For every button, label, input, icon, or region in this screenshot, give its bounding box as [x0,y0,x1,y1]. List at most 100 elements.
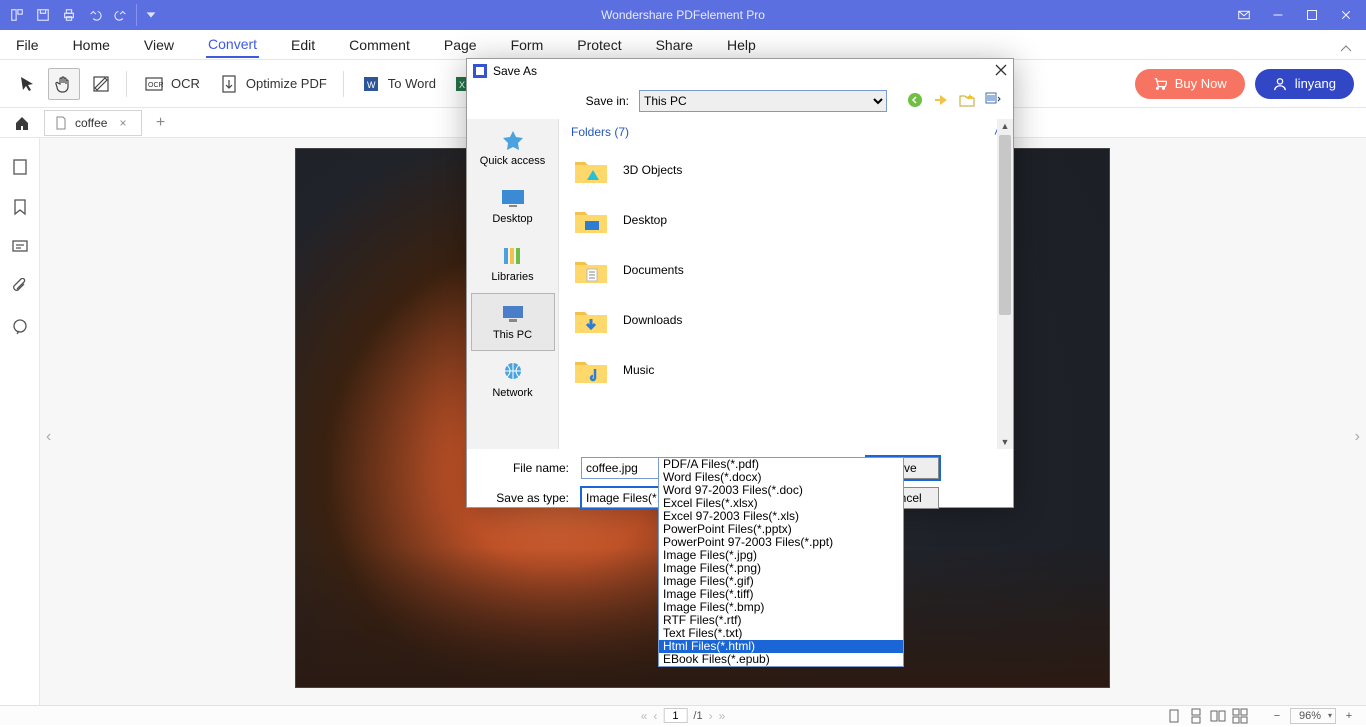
menu-convert[interactable]: Convert [206,32,259,58]
folder-music[interactable]: Music [573,345,1013,395]
places-sidebar: Quick access Desktop Libraries This PC N… [467,119,559,449]
menu-edit[interactable]: Edit [289,33,317,57]
status-bar: « ‹ /1 › » − 96% + [0,705,1366,725]
menu-home[interactable]: Home [71,33,112,57]
optimize-label: Optimize PDF [246,76,327,91]
place-label: Desktop [492,213,532,225]
folder-desktop[interactable]: Desktop [573,195,1013,245]
menu-file[interactable]: File [14,33,41,57]
home-tab-icon[interactable] [4,109,40,137]
app-title: Wondershare PDFelement Pro [601,8,765,22]
thumbnails-panel-icon[interactable] [11,158,29,176]
folder-label: Documents [623,263,684,277]
mail-icon[interactable] [1228,1,1260,29]
new-folder-icon[interactable] [959,92,977,110]
menu-comment[interactable]: Comment [347,33,412,57]
pointer-tool[interactable] [12,69,42,99]
nav-back-icon[interactable] [907,92,925,110]
document-tab[interactable]: coffee × [44,110,142,136]
account-label: linyang [1295,76,1336,91]
save-as-dialog: Save As Save in: This PC Quick access De… [466,58,1014,508]
type-option[interactable]: EBook Files(*.epub) [659,653,903,666]
svg-text:OCR: OCR [148,82,164,89]
prev-page-nudge[interactable]: ‹ [46,428,51,446]
place-desktop[interactable]: Desktop [471,177,555,235]
prev-page-button[interactable]: ‹ [653,709,657,723]
app-logo-icon [6,4,28,26]
menu-protect[interactable]: Protect [575,33,623,57]
ocr-button[interactable]: OCR OCR [137,69,206,99]
view-grid-icon[interactable] [1232,708,1248,724]
app-titlebar: Wondershare PDFelement Pro [0,0,1366,30]
folder-label: Music [623,363,654,377]
page-total-label: /1 [693,710,702,722]
zoom-out-button[interactable]: − [1270,710,1284,722]
folder-label: Desktop [623,213,667,227]
view-continuous-icon[interactable] [1188,708,1204,724]
hand-tool[interactable] [48,68,80,100]
folder-downloads[interactable]: Downloads [573,295,1013,345]
place-quick-access[interactable]: Quick access [471,119,555,177]
dialog-close-icon[interactable] [995,64,1007,79]
folder-documents[interactable]: Documents [573,245,1013,295]
window-minimize-icon[interactable] [1262,1,1294,29]
last-page-button[interactable]: » [719,709,726,723]
left-side-rail [0,138,40,705]
dialog-scrollbar[interactable]: ▲▼ [997,119,1013,449]
place-label: Libraries [491,271,533,283]
folders-group-header[interactable]: Folders (7) [571,125,629,139]
folder-label: 3D Objects [623,163,682,177]
next-page-button[interactable]: › [709,709,713,723]
place-label: Quick access [480,155,545,167]
place-label: This PC [493,329,532,341]
to-word-button[interactable]: W To Word [354,69,442,99]
document-tab-label: coffee [75,116,107,130]
menu-form[interactable]: Form [509,33,546,57]
zoom-level-combo[interactable]: 96% [1290,708,1336,724]
nav-up-icon[interactable] [933,92,951,110]
place-network[interactable]: Network [471,351,555,409]
page-number-input[interactable] [663,708,687,723]
new-tab-button[interactable]: + [148,110,174,136]
save-as-type-label: Save as type: [496,491,569,505]
ribbon-collapse-icon[interactable] [1340,40,1352,56]
first-page-button[interactable]: « [641,709,648,723]
bookmarks-panel-icon[interactable] [11,198,29,216]
dialog-app-icon [473,64,487,78]
menu-view[interactable]: View [142,33,176,57]
save-in-combo[interactable]: This PC [639,90,887,112]
window-close-icon[interactable] [1330,1,1362,29]
view-facing-icon[interactable] [1210,708,1226,724]
folder-3d-objects[interactable]: 3D Objects [573,145,1013,195]
svg-text:X: X [459,80,465,90]
ocr-label: OCR [171,76,200,91]
place-this-pc[interactable]: This PC [471,293,555,351]
quick-print-icon[interactable] [58,4,80,26]
quick-save-icon[interactable] [32,4,54,26]
to-word-label: To Word [388,76,436,91]
attachments-panel-icon[interactable] [11,278,29,296]
buy-now-button[interactable]: Buy Now [1135,69,1245,99]
place-libraries[interactable]: Libraries [471,235,555,293]
optimize-pdf-button[interactable]: Optimize PDF [212,69,333,99]
window-maximize-icon[interactable] [1296,1,1328,29]
buy-now-label: Buy Now [1175,76,1227,91]
quick-access-dropdown-icon[interactable] [136,4,158,26]
toolbar-divider [343,71,344,97]
menu-help[interactable]: Help [725,33,758,57]
menu-share[interactable]: Share [654,33,695,57]
edit-text-tool[interactable] [86,69,116,99]
tab-close-icon[interactable]: × [115,116,130,130]
undo-icon[interactable] [84,4,106,26]
view-single-icon[interactable] [1166,708,1182,724]
svg-text:W: W [367,80,376,90]
views-menu-icon[interactable] [985,92,1003,110]
menu-page[interactable]: Page [442,33,479,57]
zoom-value: 96% [1299,710,1321,722]
chat-panel-icon[interactable] [11,318,29,336]
account-button[interactable]: linyang [1255,69,1354,99]
comments-panel-icon[interactable] [11,238,29,256]
next-page-nudge[interactable]: › [1355,428,1360,446]
redo-icon[interactable] [110,4,132,26]
zoom-in-button[interactable]: + [1342,710,1356,722]
